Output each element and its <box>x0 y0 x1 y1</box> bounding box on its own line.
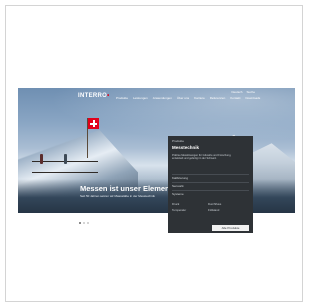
utility-links: Deutsch Suche <box>231 90 255 94</box>
menu-link[interactable]: Füllstand <box>208 208 219 212</box>
hero-subline: Seit 50 Jahren setzen wir Massstäbe in d… <box>80 194 155 198</box>
nav-item-career[interactable]: Karriere <box>194 96 205 100</box>
menu-description: Präzise Messlösungen für Industrie und F… <box>172 154 232 161</box>
carousel-dot[interactable] <box>83 222 85 224</box>
nav-item-services[interactable]: Leistungen <box>133 96 148 100</box>
menu-breadcrumb[interactable]: Produkte <box>172 139 184 143</box>
menu-link[interactable]: Durchfluss <box>208 202 221 206</box>
carousel-dots <box>79 222 89 224</box>
menu-link[interactable]: Temperatur <box>172 208 186 212</box>
nav-item-applications[interactable]: Anwendungen <box>153 96 172 100</box>
person-figure <box>40 154 43 164</box>
person-figure <box>64 154 67 164</box>
site-logo[interactable]: INTERRO• <box>78 93 110 99</box>
hero-banner: INTERRO• Deutsch Suche Produkte Leistung… <box>18 88 295 213</box>
all-products-button[interactable]: Alle Produkte <box>212 225 249 231</box>
logo-accent: • <box>107 93 110 99</box>
menu-row[interactable]: Systeme <box>172 190 249 196</box>
nav-item-about[interactable]: Über uns <box>177 96 189 100</box>
carousel-dot[interactable] <box>87 222 89 224</box>
nav-item-products[interactable]: Produkte <box>116 96 128 100</box>
top-navigation: INTERRO• Deutsch Suche Produkte Leistung… <box>18 88 295 104</box>
nav-item-references[interactable]: Referenzen <box>210 96 226 100</box>
carousel-dot[interactable] <box>79 222 81 224</box>
search-link[interactable]: Suche <box>246 90 255 94</box>
hero-headline: Messen ist unser Element. <box>80 184 175 193</box>
nav-item-downloads[interactable]: Downloads <box>245 96 260 100</box>
language-link[interactable]: Deutsch <box>231 90 242 94</box>
menu-link[interactable]: Druck <box>172 202 179 206</box>
swiss-flag-icon <box>88 118 99 129</box>
mega-menu-panel: Produkte Messtechnik Präzise Messlösunge… <box>168 136 253 233</box>
menu-title: Messtechnik <box>172 145 200 150</box>
nav-item-contact[interactable]: Kontakt <box>230 96 240 100</box>
logo-text: INTERRO <box>78 93 108 99</box>
menu-row[interactable]: Kalibrierung <box>172 174 249 180</box>
menu-row[interactable]: Sensorik <box>172 182 249 188</box>
main-menu: Produkte Leistungen Anwendungen Über uns… <box>116 96 260 100</box>
